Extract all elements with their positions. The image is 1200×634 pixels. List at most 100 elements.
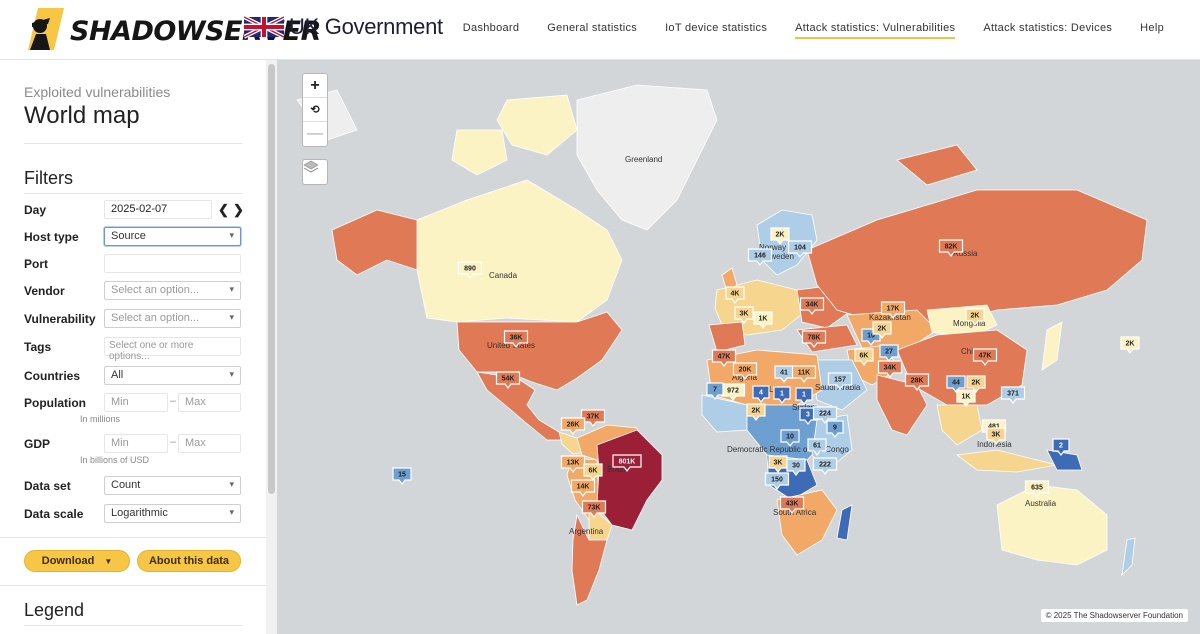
gdp-label: GDP: [24, 437, 51, 451]
country-indonesia: [955, 449, 1058, 473]
caret-down-icon: ▼: [104, 556, 113, 566]
country-madagascar: [836, 504, 853, 541]
main-nav: Dashboard General statistics IoT device …: [463, 22, 1164, 39]
sidebar-scrollbar[interactable]: [266, 60, 277, 634]
range-dash: –: [170, 395, 177, 407]
map-marker-label: 30: [792, 463, 800, 470]
data-set-filter: Data set Count: [24, 476, 244, 496]
nav-help[interactable]: Help: [1140, 22, 1164, 39]
map-attribution: © 2025 The Shadowserver Foundation: [1040, 609, 1188, 622]
day-filter: Day 2025-02-07 ❮ ❯: [24, 200, 244, 220]
page-subtitle: Exploited vulnerabilities: [24, 84, 171, 100]
map-marker-label: 27: [885, 349, 893, 356]
map-marker-label: 4: [759, 390, 763, 397]
population-filter: Population Min – Max: [24, 393, 244, 413]
map-marker-label: 78K: [808, 335, 821, 342]
map-marker-label: 146: [754, 253, 766, 260]
host-type-filter: Host type Source: [24, 227, 244, 247]
map-marker-label: 890: [464, 266, 476, 273]
country-southeast-asia: [936, 404, 983, 446]
map-marker-label: 2: [1059, 443, 1063, 450]
uk-government-logo[interactable]: UK Government: [244, 14, 443, 40]
gdp-hint: In billions of USD: [80, 455, 150, 465]
map-marker-label: 1K: [962, 394, 971, 401]
day-label: Day: [24, 203, 47, 217]
map-marker[interactable]: 26K: [560, 417, 586, 435]
tags-select[interactable]: Select one or more options...: [104, 337, 241, 362]
map-marker-label: 1: [780, 391, 784, 398]
map-marker-label: 15: [398, 472, 406, 479]
map-marker-label: 801K: [619, 459, 636, 466]
reset-view-button[interactable]: ⟲: [303, 98, 327, 122]
map-marker-label: 3K: [740, 311, 749, 318]
legend-title: Legend: [24, 600, 85, 620]
map-marker-label: 26K: [567, 422, 580, 429]
map-marker-label: 3K: [774, 460, 783, 467]
zoom-out-button[interactable]: —: [303, 122, 327, 146]
map-marker-label: 11K: [798, 370, 810, 377]
previous-day-icon[interactable]: ❮: [218, 202, 229, 218]
tags-filter: Tags Select one or more options...: [24, 337, 244, 362]
vulnerability-filter: Vulnerability Select an option...: [24, 309, 244, 329]
map-marker-label: 3: [806, 412, 810, 419]
divider: [0, 585, 266, 586]
data-set-select[interactable]: Count: [104, 476, 241, 495]
nav-attack-statistics-vulnerabilities[interactable]: Attack statistics: Vulnerabilities: [795, 22, 956, 39]
map-marker[interactable]: 2K: [1120, 336, 1140, 354]
country-alaska: [331, 209, 418, 276]
map-marker[interactable]: 371: [1000, 386, 1026, 404]
population-max-input[interactable]: Max: [178, 393, 241, 412]
nav-general-statistics[interactable]: General statistics: [547, 22, 637, 39]
population-min-input[interactable]: Min: [104, 393, 168, 412]
map-marker-label: 6K: [589, 468, 598, 475]
divider: [0, 537, 266, 538]
map-marker-label: 6K: [860, 353, 869, 360]
next-day-icon[interactable]: ❯: [233, 202, 244, 218]
country-russia-arctic: [896, 144, 978, 186]
countries-filter: Countries All: [24, 366, 244, 386]
country-iberia: [708, 321, 746, 353]
host-type-select[interactable]: Source: [104, 227, 241, 246]
sidebar: Exploited vulnerabilities World map Filt…: [0, 60, 266, 634]
map-marker-label: 73K: [588, 505, 601, 512]
map-marker-label: 7: [713, 387, 717, 394]
range-dash: –: [170, 436, 177, 448]
map-marker-label: 36K: [510, 335, 523, 342]
divider: [24, 143, 242, 144]
countries-select[interactable]: All: [104, 366, 241, 385]
map-marker[interactable]: 222: [812, 457, 838, 475]
map-marker-label: 17K: [887, 306, 900, 313]
data-scale-select[interactable]: Logarithmic: [104, 504, 241, 523]
nav-iot-device-statistics[interactable]: IoT device statistics: [665, 22, 767, 39]
nav-dashboard[interactable]: Dashboard: [463, 22, 520, 39]
vulnerability-select[interactable]: Select an option...: [104, 309, 241, 328]
map-marker-label: 34K: [884, 365, 897, 372]
tags-label: Tags: [24, 340, 52, 354]
map-marker[interactable]: 15: [392, 467, 412, 485]
country-brazil: [596, 429, 663, 531]
zoom-in-button[interactable]: +: [303, 74, 327, 98]
map-marker-label: 54K: [502, 376, 515, 383]
country-australia: [996, 484, 1108, 566]
map-marker-label: 47K: [718, 354, 731, 361]
layers-button[interactable]: [302, 159, 328, 185]
world-map-canvas[interactable]: Greenland Canada United States Russia Ka…: [277, 60, 1200, 634]
partner-name: UK Government: [289, 14, 443, 39]
port-input[interactable]: [104, 254, 241, 273]
map-marker-label: 3K: [992, 432, 1001, 439]
download-button[interactable]: Download ▼: [24, 550, 130, 572]
host-type-label: Host type: [24, 230, 79, 244]
scrollbar-thumb[interactable]: [268, 64, 275, 494]
gdp-min-input[interactable]: Min: [104, 434, 168, 453]
gdp-max-input[interactable]: Max: [178, 434, 241, 453]
vendor-select[interactable]: Select an option...: [104, 281, 241, 300]
day-input[interactable]: 2025-02-07: [104, 200, 212, 219]
about-data-button[interactable]: About this data: [137, 550, 241, 572]
population-hint: In millions: [80, 414, 121, 424]
nav-attack-statistics-devices[interactable]: Attack statistics: Devices: [983, 22, 1112, 39]
download-label: Download: [41, 555, 95, 567]
map-marker-label: 13K: [567, 460, 580, 467]
filters-title: Filters: [24, 168, 73, 188]
map-marker-label: 2K: [776, 232, 785, 239]
world-map[interactable]: Greenland Canada United States Russia Ka…: [277, 60, 1200, 634]
